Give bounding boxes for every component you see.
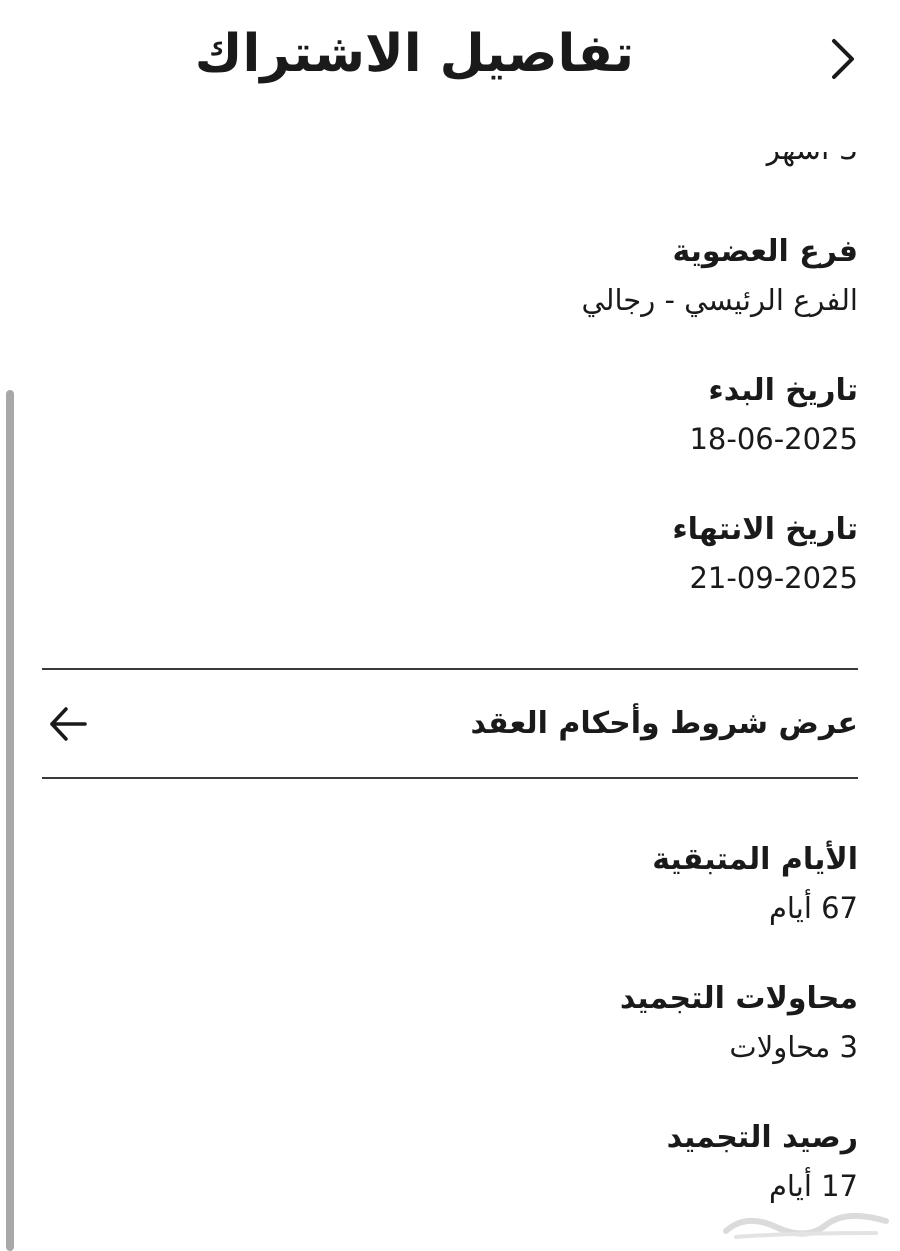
duration-value: 3 أشهر <box>765 132 858 167</box>
divider-bottom <box>42 777 858 779</box>
scrollbar[interactable] <box>6 390 14 1251</box>
start-date-field: تاريخ البدء 18-06-2025 <box>42 369 858 461</box>
remaining-days-label: الأيام المتبقية <box>652 842 858 877</box>
branch-field: فرع العضوية الفرع الرئيسي - رجالي <box>42 230 858 322</box>
divider-top <box>42 668 858 670</box>
end-date-field: تاريخ الانتهاء 21-09-2025 <box>42 508 858 600</box>
terms-link-row[interactable]: عرض شروط وأحكام العقد <box>42 672 858 776</box>
watermark-logo <box>723 1212 889 1239</box>
freeze-attempts-value: 3 محاولات <box>729 1030 858 1064</box>
terms-label: عرض شروط وأحكام العقد <box>470 706 858 741</box>
page-title: تفاصيل الاشتراك <box>194 24 634 84</box>
freeze-attempts-label: محاولات التجميد <box>619 981 858 1016</box>
end-date-value: 21-09-2025 <box>689 561 858 595</box>
branch-value: الفرع الرئيسي - رجالي <box>581 283 858 317</box>
arrow-left-icon <box>50 707 87 741</box>
remaining-days-value: 67 أيام <box>768 891 858 925</box>
freeze-attempts-field: محاولات التجميد 3 محاولات <box>42 977 858 1069</box>
remaining-days-field: الأيام المتبقية 67 أيام <box>42 838 858 930</box>
subscription-details-page: تفاصيل الاشتراك 3 أشهر فرع العضوية الفرع… <box>0 0 900 1251</box>
back-button[interactable] <box>826 34 860 84</box>
freeze-balance-value: 17 أيام <box>768 1169 858 1203</box>
freeze-balance-label: رصيد التجميد <box>666 1120 858 1155</box>
chevron-right-icon <box>832 39 854 79</box>
end-date-label: تاريخ الانتهاء <box>672 512 858 547</box>
start-date-value: 18-06-2025 <box>689 422 858 456</box>
start-date-label: تاريخ البدء <box>708 373 858 408</box>
branch-label: فرع العضوية <box>672 234 858 269</box>
freeze-balance-field: رصيد التجميد 17 أيام <box>42 1116 858 1208</box>
